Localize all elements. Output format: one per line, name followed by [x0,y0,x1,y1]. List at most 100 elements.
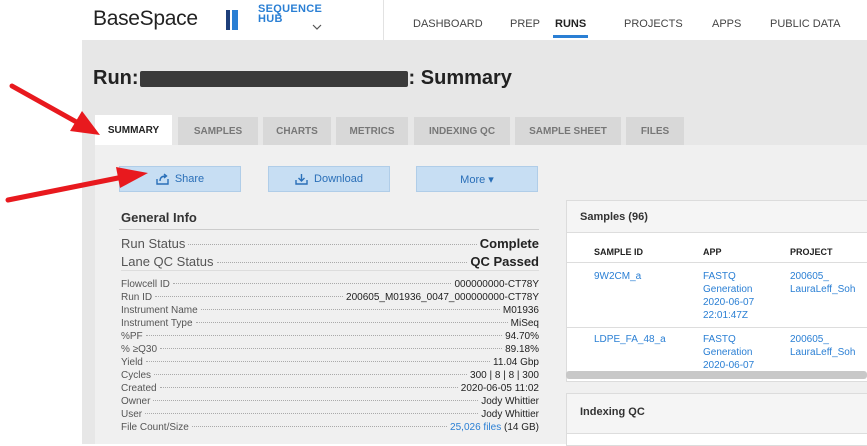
info-value: 200605_M01936_0047_000000000-CT78Y [346,292,539,303]
share-icon [156,173,169,185]
project-link[interactable]: 200605_ LauraLeff_Soh [790,333,855,359]
tab-charts[interactable]: CHARTS [263,117,331,145]
app-link[interactable]: FASTQ Generation 2020-06-07 22:01:47Z [703,270,754,322]
info-row: Instrument Type MiSeq [121,318,539,329]
nav-dashboard[interactable]: DASHBOARD [413,18,483,30]
chevron-down-icon[interactable] [312,22,322,33]
app-line: Generation [703,347,753,358]
info-value: MiSeq [510,318,539,329]
info-value: 11.04 Gbp [493,357,539,368]
nav-prep[interactable]: PREP [510,18,540,30]
top-divider [383,0,384,40]
samples-panel-title: Samples (96) [567,201,867,233]
info-value: 000000000-CT78Y [454,279,539,290]
app-line: Generation [703,284,753,295]
lane-qc-label: Lane QC Status [121,254,214,269]
nav-projects[interactable]: PROJECTS [624,18,683,30]
share-label: Share [174,173,205,185]
project-line: 200605_ [790,271,829,282]
more-button[interactable]: More ▾ [416,166,538,192]
sample-id-link[interactable]: 9W2CM_a [594,270,641,283]
run-status-value: Complete [479,236,539,251]
tab-sample-sheet[interactable]: SAMPLE SHEET [515,117,621,145]
tab-files[interactable]: FILES [626,117,684,145]
tab-metrics[interactable]: METRICS [336,117,408,145]
redacted-run-name [139,70,408,87]
app-line: FASTQ [703,271,736,282]
file-size: (14 GB) [503,422,539,433]
info-value: M01936 [502,305,539,316]
info-row: Cycles 300 | 8 | 8 | 300 [121,370,539,381]
app-line: 2020-06-07 [703,297,755,308]
sample-id-link[interactable]: LDPE_FA_48_a [594,333,666,346]
app-line: 2020-06-07 [703,360,755,370]
project-line: LauraLeff_Soh [790,347,856,358]
download-label: Download [314,173,363,185]
info-row: Flowcell ID 000000000-CT78Y [121,279,539,290]
info-row: Created 2020-06-05 11:02 [121,383,539,394]
lane-qc-value: QC Passed [470,254,539,269]
basespace-logo[interactable]: BaseSpace [93,7,198,31]
page-title: Run: : Summary [93,67,512,90]
info-value: 94.70% [505,331,539,342]
title-suffix: : Summary [408,67,512,89]
file-count-link[interactable]: 25,026 files [450,422,501,433]
nav-apps[interactable]: APPS [712,18,741,30]
info-divider [121,270,539,271]
nav-public-data[interactable]: PUBLIC DATA [770,18,841,30]
project-link[interactable]: 200605_ LauraLeff_Soh [790,270,855,296]
info-label: Flowcell ID [121,279,170,290]
info-row: User Jody Whittier [121,409,539,420]
info-row: %PF 94.70% [121,331,539,342]
col-project[interactable]: PROJECT [790,247,833,257]
info-label: Run ID [121,292,153,303]
more-label: More ▾ [460,173,494,186]
app-link[interactable]: FASTQ Generation 2020-06-07 [703,333,754,370]
tab-indexing-qc[interactable]: INDEXING QC [414,117,510,145]
col-app[interactable]: APP [703,247,722,257]
info-label: Yield [121,357,143,368]
info-value: 89.18% [505,344,539,355]
run-status-label: Run Status [121,236,186,251]
info-label: % ≥Q30 [121,344,158,355]
title-prefix: Run: [93,67,139,89]
info-label: Owner [121,396,151,407]
info-value: 2020-06-05 11:02 [460,383,539,394]
logo-mark-icon [226,10,242,30]
download-icon [295,174,308,185]
tab-samples[interactable]: SAMPLES [178,117,258,145]
app-line: 22:01:47Z [703,310,749,321]
nav-runs[interactable]: RUNS [555,18,586,30]
info-value: Jody Whittier [481,396,539,407]
info-row: Run ID 200605_M01936_0047_000000000-CT78Y [121,292,539,303]
download-button[interactable]: Download [268,166,390,192]
sequence-hub-menu[interactable]: SEQUENCE HUB [258,4,322,25]
project-line: 200605_ [790,334,829,345]
share-button[interactable]: Share [119,166,241,192]
info-label: Instrument Type [121,318,193,329]
app-line: FASTQ [703,334,736,345]
info-value: 300 | 8 | 8 | 300 [470,370,539,381]
info-label: User [121,409,143,420]
info-label: Instrument Name [121,305,198,316]
info-row: Instrument Name M01936 [121,305,539,316]
project-line: LauraLeff_Soh [790,284,856,295]
general-info-divider [119,229,539,230]
info-value: Jody Whittier [481,409,539,420]
file-count-row: File Count/Size 25,026 files (14 GB) [121,422,539,433]
col-sample-id[interactable]: SAMPLE ID [594,247,643,257]
file-count-label: File Count/Size [121,422,189,433]
indexing-qc-panel: Indexing QC [566,393,867,446]
general-info-title: General Info [121,210,197,225]
table-row-divider [567,327,867,328]
tab-summary[interactable]: SUMMARY [95,115,172,145]
info-row: Owner Jody Whittier [121,396,539,407]
info-row: Yield 11.04 Gbp [121,357,539,368]
info-label: %PF [121,331,143,342]
run-status-row: Run Status Complete [121,236,539,251]
horizontal-scrollbar[interactable] [566,371,867,379]
table-header-divider [567,262,867,263]
active-nav-indicator [553,35,588,38]
info-label: Created [121,383,157,394]
info-label: Cycles [121,370,152,381]
